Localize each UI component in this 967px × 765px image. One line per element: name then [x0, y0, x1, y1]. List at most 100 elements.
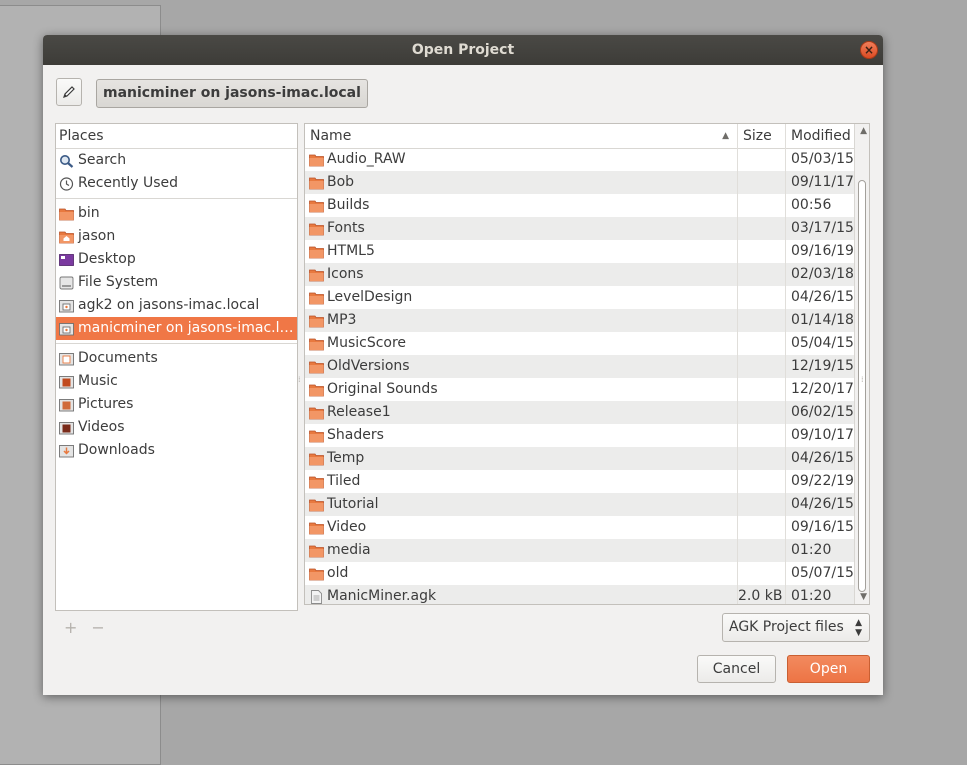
file-size [738, 470, 786, 493]
file-row[interactable]: Audio_RAW 05/03/15 [305, 148, 856, 171]
path-bar-button[interactable]: manicminer on jasons-imac.local [96, 79, 368, 108]
file-row[interactable]: Release1 06/02/15 [305, 401, 856, 424]
file-name-cell: media [305, 539, 738, 562]
file-row[interactable]: Original Sounds 12/20/17 [305, 378, 856, 401]
file-name: HTML5 [327, 243, 375, 259]
place-label: Downloads [78, 442, 155, 458]
column-header-modified[interactable]: Modified [786, 124, 856, 148]
vertical-scrollbar[interactable]: ▲ ▼ [854, 124, 869, 604]
file-row[interactable]: OldVersions 12/19/15 [305, 355, 856, 378]
file-size [738, 286, 786, 309]
file-size [738, 378, 786, 401]
file-name: LevelDesign [327, 289, 413, 305]
file-size [738, 539, 786, 562]
type-location-button[interactable] [56, 78, 82, 106]
file-size [738, 355, 786, 378]
file-row[interactable]: Shaders 09/10/17 [305, 424, 856, 447]
place-item[interactable]: Documents [56, 347, 297, 370]
file-row[interactable]: Bob 09/11/17 [305, 171, 856, 194]
scroll-up-icon[interactable]: ▲ [860, 126, 867, 136]
file-row[interactable]: old 05/07/15 [305, 562, 856, 585]
place-item[interactable]: manicminer on jasons-imac.lo... [56, 317, 297, 340]
file-size [738, 148, 786, 171]
file-name: Bob [327, 174, 355, 190]
add-bookmark-button[interactable]: + [64, 618, 77, 637]
file-name-cell: Original Sounds [305, 378, 738, 401]
folder-icon [309, 520, 324, 535]
file-row[interactable]: HTML5 09/16/19 [305, 240, 856, 263]
file-name-cell: LevelDesign [305, 286, 738, 309]
place-item[interactable]: jason [56, 225, 297, 248]
file-row[interactable]: Icons 02/03/18 [305, 263, 856, 286]
place-item[interactable]: Recently Used [56, 172, 297, 195]
file-row[interactable]: Fonts 03/17/15 [305, 217, 856, 240]
file-type-filter[interactable]: AGK Project files ▲ ▼ [722, 613, 870, 642]
file-name: old [327, 565, 349, 581]
column-header-size[interactable]: Size [738, 124, 786, 148]
place-label: Recently Used [78, 175, 179, 191]
scroll-down-icon[interactable]: ▼ [860, 592, 867, 602]
downloads-folder-icon [59, 443, 74, 458]
file-name-cell: Video [305, 516, 738, 539]
file-row[interactable]: Temp 04/26/15 [305, 447, 856, 470]
search-icon [59, 153, 74, 168]
bookmark-controls: + − [64, 618, 119, 637]
file-row[interactable]: Builds 00:56 [305, 194, 856, 217]
file-name-cell: old [305, 562, 738, 585]
file-row[interactable]: MP3 01/14/18 [305, 309, 856, 332]
file-modified: 04/26/15 [791, 450, 854, 466]
network-share-icon [59, 298, 74, 313]
file-name: MusicScore [327, 335, 407, 351]
place-item[interactable]: Music [56, 370, 297, 393]
file-list-header: Name ▲ Size Modified [305, 124, 869, 149]
folder-icon [309, 405, 324, 420]
sort-ascending-icon: ▲ [722, 131, 729, 141]
folder-icon [59, 206, 74, 221]
place-item[interactable]: Pictures [56, 393, 297, 416]
place-item[interactable]: Desktop [56, 248, 297, 271]
file-row[interactable]: MusicScore 05/04/15 [305, 332, 856, 355]
place-item[interactable]: agk2 on jasons-imac.local [56, 294, 297, 317]
file-modified: 09/11/17 [791, 174, 854, 190]
folder-icon [309, 198, 324, 213]
file-row[interactable]: Tutorial 04/26/15 [305, 493, 856, 516]
file-row[interactable]: Tiled 09/22/19 [305, 470, 856, 493]
file-modified: 04/26/15 [791, 496, 854, 512]
file-name-cell: ManicMiner.agk [305, 585, 738, 604]
place-item[interactable]: Downloads [56, 439, 297, 462]
scrollbar-thumb[interactable] [858, 180, 866, 592]
place-item[interactable]: Videos [56, 416, 297, 439]
network-share-icon [59, 321, 74, 336]
file-row[interactable]: media 01:20 [305, 539, 856, 562]
file-modified: 06/02/15 [791, 404, 854, 420]
folder-icon [309, 175, 324, 190]
file-name-cell: OldVersions [305, 355, 738, 378]
place-item[interactable]: File System [56, 271, 297, 294]
file-modified: 05/07/15 [791, 565, 854, 581]
file-size [738, 309, 786, 332]
file-row[interactable]: ManicMiner.agk 2.0 kB 01:20 [305, 585, 856, 604]
close-button[interactable]: × [860, 41, 878, 59]
file-name-cell: HTML5 [305, 240, 738, 263]
title-bar[interactable]: Open Project × [43, 35, 883, 65]
place-item[interactable]: Search [56, 149, 297, 172]
dialog-resize-grip[interactable]: ⁞ [861, 375, 864, 384]
file-row[interactable]: LevelDesign 04/26/15 [305, 286, 856, 309]
column-header-name[interactable]: Name ▲ [305, 124, 738, 148]
folder-icon [309, 359, 324, 374]
file-row[interactable]: Video 09/16/15 [305, 516, 856, 539]
open-button[interactable]: Open [787, 655, 870, 683]
close-icon: × [863, 43, 875, 57]
folder-icon [309, 244, 324, 259]
pane-resize-grip[interactable]: ⁞ [298, 375, 301, 384]
place-item[interactable]: bin [56, 202, 297, 225]
file-modified: 12/20/17 [791, 381, 854, 397]
remove-bookmark-button[interactable]: − [91, 618, 104, 637]
file-name: Release1 [327, 404, 391, 420]
file-name: Tutorial [327, 496, 379, 512]
file-modified: 01/14/18 [791, 312, 854, 328]
file-modified: 02/03/18 [791, 266, 854, 282]
file-name-cell: Temp [305, 447, 738, 470]
file-name: Video [327, 519, 367, 535]
cancel-button[interactable]: Cancel [697, 655, 776, 683]
